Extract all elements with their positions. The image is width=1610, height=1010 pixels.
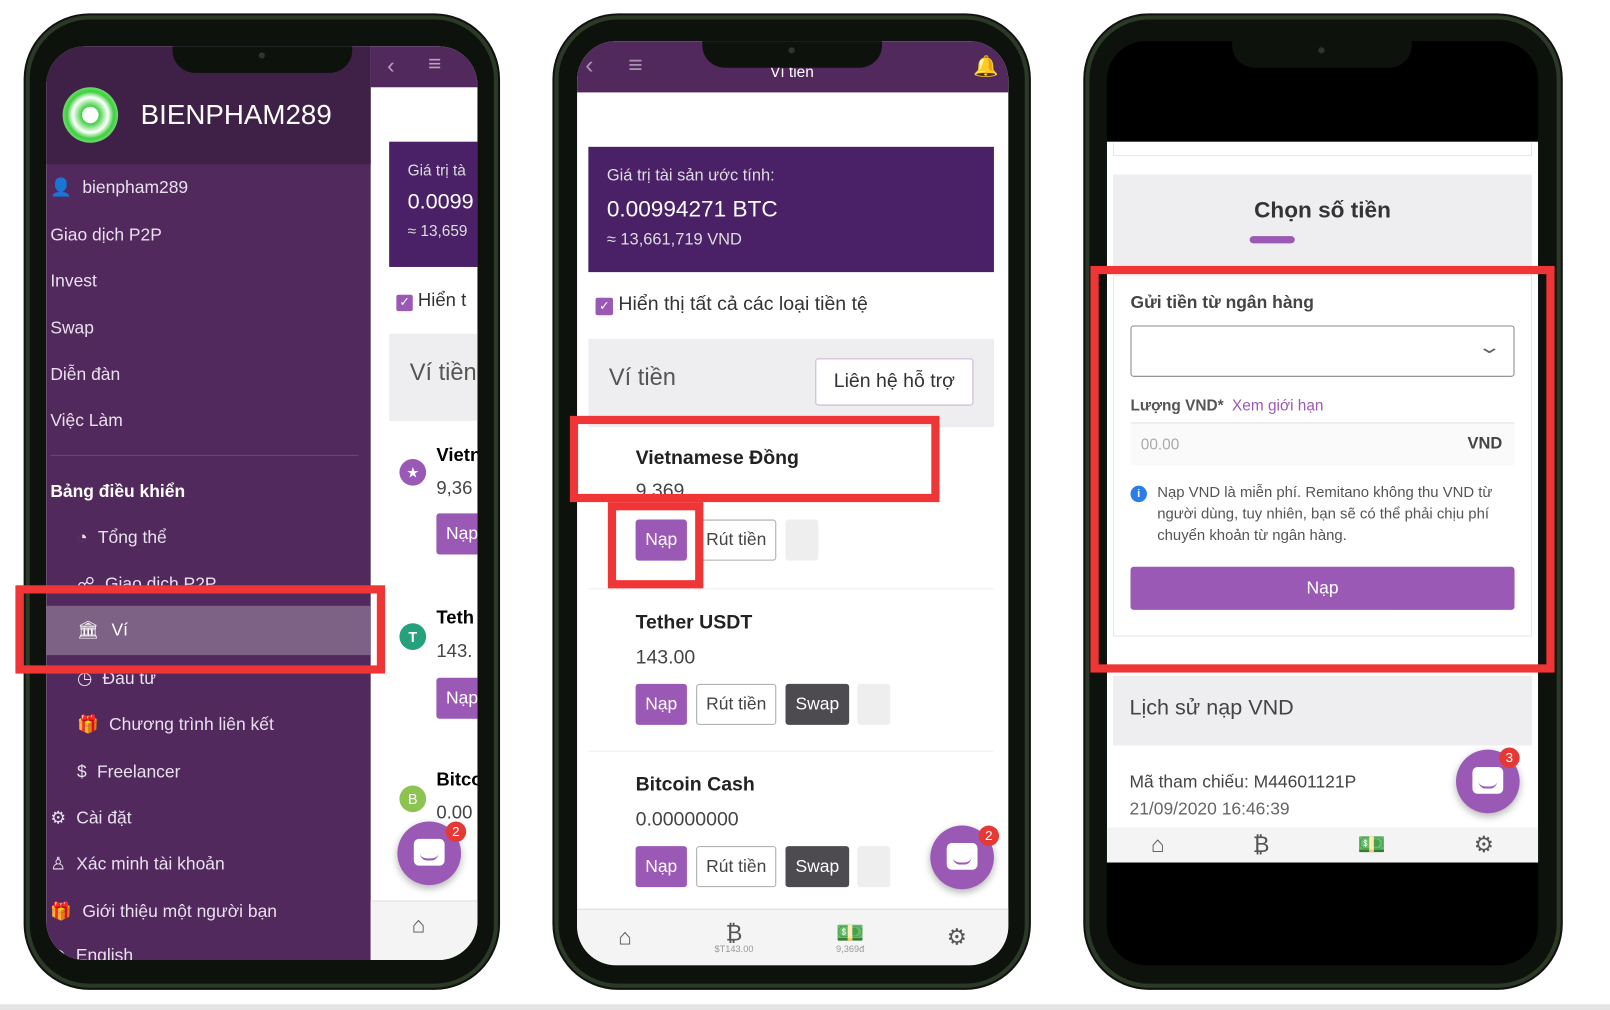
swap-button[interactable]: Swap: [785, 846, 850, 888]
bitcoin-icon[interactable]: ₿ $T143.00: [714, 921, 753, 954]
menu-icon[interactable]: ≡: [628, 51, 642, 80]
peek-topbar: ‹ ≡: [370, 46, 478, 88]
dashboard-heading: Bảng điều khiển: [50, 481, 186, 502]
step-title: Chọn số tiền: [1254, 197, 1391, 223]
sidebar-item-jobs[interactable]: Việc Làm: [50, 411, 122, 432]
withdraw-button[interactable]: Rút tiền: [696, 683, 777, 725]
more-button[interactable]: [857, 683, 891, 725]
step-indicator: [1249, 236, 1295, 244]
peek-asset-card: Giá trị tà 0.0099 ≈ 13,659: [389, 141, 478, 267]
peek-wallet-heading: Ví tiền: [409, 358, 477, 386]
divider: [50, 454, 359, 456]
tether-icon: T: [399, 623, 427, 650]
peek-show-all[interactable]: ✓ Hiển t: [396, 290, 466, 312]
history-ref: Mã tham chiếu: M44601121P: [1129, 772, 1357, 792]
sidebar-item-invest[interactable]: Invest: [50, 271, 97, 292]
highlight-vnd-wallet: [569, 415, 940, 503]
nap-button[interactable]: Nạp: [635, 683, 687, 725]
history-header: Lịch sử nạp VND: [1113, 675, 1532, 746]
sidebar: BIENPHAM289 👤 bienpham289 Giao dịch P2P I…: [46, 46, 371, 961]
sidebar-item-freelancer[interactable]: $ Freelancer: [77, 762, 180, 783]
star-icon: ★: [399, 458, 427, 486]
bitcoin-icon[interactable]: ₿: [1253, 833, 1270, 857]
notch: [172, 46, 353, 73]
peek-bottom-nav: ⌂: [370, 900, 478, 961]
menu-icon[interactable]: ≡: [428, 50, 441, 77]
peek-nap-button[interactable]: Nạp: [436, 513, 478, 555]
highlight-deposit-form: [1090, 265, 1555, 673]
bottom-band: [0, 1004, 1610, 1010]
home-icon[interactable]: ⌂: [412, 912, 426, 939]
bottom-nav: ⌂ ₿ 💵 ⚙: [1106, 827, 1539, 863]
nap-button[interactable]: Nạp: [635, 846, 687, 888]
peek-nap-button[interactable]: Nạp: [436, 677, 478, 719]
bell-icon[interactable]: 🔔: [973, 53, 999, 79]
bitcoin-cash-icon: B: [399, 785, 427, 813]
sidebar-item-swap[interactable]: Swap: [50, 318, 94, 339]
dashboard-icon: ◔: [77, 527, 88, 548]
sidebar-item-settings[interactable]: ⚙ Cài đặt: [50, 808, 131, 829]
cash-icon[interactable]: 💵: [1358, 833, 1386, 857]
home-icon[interactable]: ⌂: [1151, 833, 1165, 857]
sidebar-item-p2p[interactable]: Giao dịch P2P: [50, 225, 162, 246]
chat-badge: 3: [1499, 747, 1520, 769]
chat-badge: 2: [978, 825, 1000, 847]
user-outline-icon: ♙: [50, 854, 66, 874]
sidebar-item-affiliate[interactable]: 🎁 Chương trình liên kết: [77, 715, 274, 736]
swap-button[interactable]: Swap: [785, 683, 850, 725]
withdraw-button[interactable]: Rút tiền: [696, 846, 777, 888]
sidebar-item-language[interactable]: ◍ English: [50, 946, 133, 960]
wallet-item-usdt: Tether USDT 143.00 Nạp Rút tiền Swap: [588, 589, 994, 752]
support-button[interactable]: Liên hệ hỗ trợ: [815, 358, 974, 406]
gear-icon: ⚙: [50, 808, 66, 828]
withdraw-button[interactable]: Rút tiền: [696, 519, 777, 561]
notch: [702, 41, 883, 68]
back-icon[interactable]: ‹: [585, 51, 593, 80]
wallet-header: Ví tiền Liên hệ hỗ trợ: [588, 338, 994, 428]
sidebar-item-overview[interactable]: ◔ Tổng thể: [77, 528, 167, 549]
asset-card: Giá trị tài sản ước tính: 0.00994271 BTC…: [588, 146, 994, 273]
cash-icon[interactable]: 💵 9,369đ: [836, 921, 864, 954]
highlight-wallet-menu: [15, 585, 386, 674]
highlight-nap-button: [607, 502, 704, 589]
chat-badge: 2: [445, 821, 467, 842]
wallet-heading: Ví tiền: [608, 363, 676, 391]
sidebar-user[interactable]: 👤 bienpham289: [50, 178, 188, 199]
notch: [1232, 41, 1412, 68]
history-date: 21/09/2020 16:46:39: [1129, 798, 1290, 819]
wallet-item-bch: Bitcoin Cash 0.00000000 Nạp Rút tiền Swa…: [588, 752, 994, 914]
gift-icon: 🎁: [50, 901, 73, 922]
gear-icon[interactable]: ⚙: [947, 926, 967, 949]
home-icon[interactable]: ⌂: [618, 926, 632, 949]
sidebar-item-refer[interactable]: 🎁 Giới thiệu một người bạn: [50, 902, 277, 923]
bottom-nav: ⌂ ₿ $T143.00 💵 9,369đ ⚙: [577, 908, 1009, 966]
user-icon: 👤: [50, 177, 73, 198]
check-icon: ✓: [595, 297, 613, 316]
gear-icon[interactable]: ⚙: [1474, 833, 1494, 857]
brand-name: BIENPHAM289: [140, 99, 332, 131]
sidebar-item-verify[interactable]: ♙ Xác minh tài khoản: [50, 854, 224, 875]
dollar-icon: $: [77, 761, 87, 782]
more-button[interactable]: [857, 846, 891, 888]
logo: [62, 87, 119, 143]
globe-icon: ◍: [50, 945, 66, 961]
show-all-checkbox[interactable]: ✓ Hiển thị tất cả các loại tiền tệ: [595, 294, 868, 317]
sidebar-item-forum[interactable]: Diễn đàn: [50, 365, 120, 386]
more-button[interactable]: [785, 519, 819, 561]
back-icon[interactable]: ‹: [387, 52, 395, 79]
phone-1-screen: BIENPHAM289 👤 bienpham289 Giao dịch P2P I…: [46, 46, 478, 961]
step-header: Chọn số tiền: [1113, 174, 1532, 267]
gift-icon: 🎁: [77, 714, 99, 735]
